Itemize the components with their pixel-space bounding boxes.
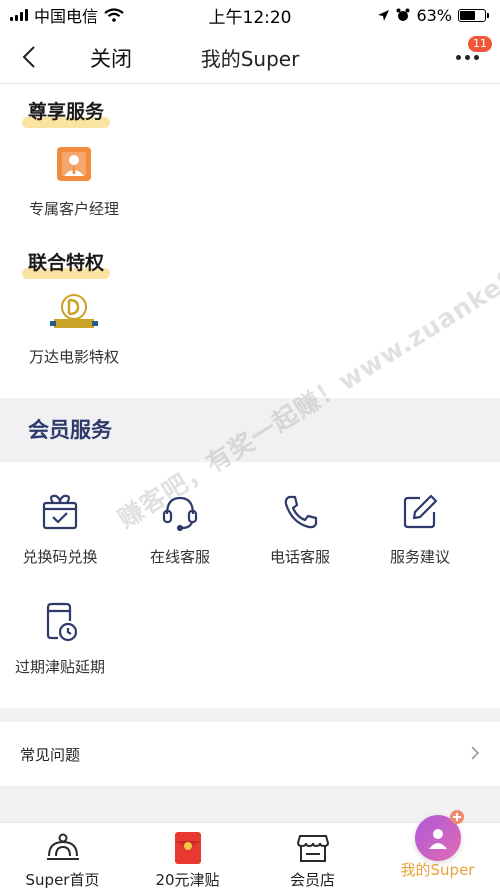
signal-icon [10,9,28,21]
tab-my-super[interactable]: 我的Super [375,810,500,890]
wanda-movie-label: 万达电影特权 [28,348,119,366]
back-button[interactable] [14,40,44,74]
battery-percent: 63% [416,5,452,25]
headset-icon [162,496,198,532]
status-bar: 中国电信 上午12:20 63% [0,0,500,30]
crown-icon [46,833,79,860]
tab-allowance-label: 20元津贴 [155,871,220,889]
joint-privilege-title: 联合特权 [22,248,111,279]
faq-row[interactable]: 常见问题 [0,722,500,786]
red-envelope-icon [174,832,201,864]
redeem-code-label: 兑换码兑换 [22,548,98,566]
tab-bar: Super首页 20元津贴 会员店 我的Super [0,810,500,890]
tab-member-store[interactable]: 会员店 [250,823,375,890]
tab-super-home[interactable]: Super首页 [0,823,125,890]
member-services-header: 会员服务 [0,398,500,462]
page-title: 我的Super [200,47,300,71]
profile-icon [414,810,464,861]
wanda-movie-tile[interactable]: 万达电影特权 [14,288,134,367]
chevron-left-icon [22,46,35,68]
edit-icon [403,494,438,529]
account-manager-label: 专属客户经理 [28,200,119,218]
nav-bar: 关闭 我的Super 11 [0,30,500,84]
redeem-code-tile[interactable]: 兑换码兑换 [0,488,120,567]
member-services-title: 会员服务 [28,418,112,442]
voucher-extension-tile[interactable]: 过期津贴延期 [0,598,120,677]
exclusive-service-title: 尊享服务 [22,97,111,128]
gift-box-icon [42,494,78,530]
bottom-spacer [0,786,500,822]
store-icon [296,835,329,862]
cup-clock-icon [46,602,78,642]
location-icon [378,9,390,21]
online-support-tile[interactable]: 在线客服 [120,488,240,567]
alarm-icon [396,8,410,21]
suggestion-tile[interactable]: 服务建议 [360,488,480,567]
close-button[interactable]: 关闭 [90,43,132,73]
account-manager-icon [57,147,91,181]
notification-badge: 11 [468,36,492,52]
tab-allowance[interactable]: 20元津贴 [125,823,250,890]
suggestion-label: 服务建议 [389,548,450,566]
tab-super-home-label: Super首页 [25,871,100,889]
wifi-icon [104,8,124,22]
tab-member-store-label: 会员店 [289,871,335,889]
tab-my-super-label: 我的Super [400,861,475,879]
voucher-extension-label: 过期津贴延期 [14,658,105,676]
phone-support-tile[interactable]: 电话客服 [240,488,360,567]
phone-support-label: 电话客服 [269,548,330,566]
chevron-right-icon [471,746,480,760]
online-support-label: 在线客服 [149,548,210,566]
account-manager-tile[interactable]: 专属客户经理 [14,140,134,219]
wanda-logo-icon [50,294,98,328]
faq-label: 常见问题 [20,745,81,764]
carrier-label: 中国电信 [34,7,99,26]
sparkle-icon [449,810,464,824]
phone-icon [284,495,318,529]
battery-icon [458,8,489,22]
section-divider [0,708,500,722]
